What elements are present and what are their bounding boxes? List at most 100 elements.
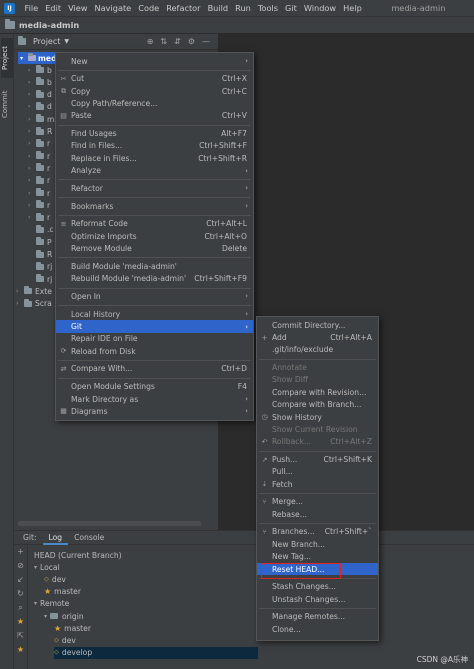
tree-item[interactable]: rj [28,273,52,285]
menu-item-rebuild-module-media-admin[interactable]: Rebuild Module 'media-admin' Ctrl+Shift+F… [56,273,253,285]
chevron-right-icon[interactable]: › [28,214,36,221]
tab-project[interactable]: Project [1,38,13,78]
tree-item[interactable]: › r [28,199,50,211]
branch-item[interactable]: ★ master [54,622,258,634]
add-icon[interactable]: + [14,545,27,559]
menu-item-merge[interactable]: ⑂ Merge... [257,496,378,508]
breadcrumb[interactable]: media-admin [0,17,474,34]
menu-item-copy[interactable]: ⧉ Copy Ctrl+C [56,85,253,97]
chevron-right-icon[interactable]: › [16,288,24,295]
branch-item[interactable]: ▾ Local [34,561,258,573]
branch-item[interactable]: ⬦ dev [44,573,258,585]
menu-build[interactable]: Build [204,3,232,13]
menu-item-git-info-exclude[interactable]: .git/info/exclude [257,344,378,356]
menu-view[interactable]: View [65,3,91,13]
menu-item-diagrams[interactable]: ▦ Diagrams › [56,405,253,417]
menu-item-replace-in-files[interactable]: Replace in Files... Ctrl+Shift+R [56,152,253,164]
star-icon[interactable]: ★ [14,643,27,657]
tree-item[interactable]: › d [28,89,52,101]
tree-item[interactable]: › r [28,162,50,174]
menu-item-pull[interactable]: Pull... [257,466,378,478]
tree-item[interactable]: › b [28,76,52,88]
menu-item-open-in[interactable]: Open In › [56,290,253,302]
expand-icon[interactable]: ⇱ [14,629,27,643]
menu-git[interactable]: Git [282,3,301,13]
tree-root-item[interactable]: ▾ medi [18,52,60,64]
breadcrumb-project[interactable]: media-admin [19,20,79,30]
chevron-down-icon[interactable]: ▾ [44,613,47,620]
tab-commit[interactable]: Commit [1,84,13,124]
branch-item[interactable]: ⬦ dev [54,634,258,646]
tree-item[interactable]: › r [28,187,50,199]
tree-item[interactable]: › r [28,138,50,150]
tree-item[interactable]: › d [28,101,52,113]
menu-item-mark-directory-as[interactable]: Mark Directory as › [56,393,253,405]
tree-item[interactable]: R [28,249,52,261]
gear-icon[interactable]: ⚙ [188,37,195,46]
menu-item-new-tag[interactable]: New Tag... [257,551,378,563]
tree-item[interactable]: P [28,236,52,248]
tree-item[interactable]: › b [28,64,52,76]
tree-item[interactable]: .c [28,224,54,236]
chevron-down-icon[interactable]: ▼ [64,38,69,45]
menu-item-local-history[interactable]: Local History › [56,308,253,320]
menu-item-push[interactable]: ↗ Push... Ctrl+Shift+K [257,453,378,465]
tab-log[interactable]: Log [42,531,69,545]
chevron-right-icon[interactable]: › [16,300,24,307]
branch-item[interactable]: ▾ Remote [34,598,258,610]
menu-item-find-usages[interactable]: Find Usages Alt+F7 [56,128,253,140]
menu-item-commit-directory[interactable]: Commit Directory... [257,319,378,331]
chevron-right-icon[interactable]: › [28,79,36,86]
menu-navigate[interactable]: Navigate [91,3,135,13]
menu-item-optimize-imports[interactable]: Optimize Imports Ctrl+Alt+O [56,230,253,242]
menu-item-rebase[interactable]: Rebase... [257,508,378,520]
menu-item-manage-remotes[interactable]: Manage Remotes... [257,611,378,623]
tree-item[interactable]: › r [28,175,50,187]
chevron-right-icon[interactable]: › [28,91,36,98]
menu-item-unstash-changes[interactable]: Unstash Changes... [257,593,378,605]
fetch-icon[interactable]: ↻ [14,587,27,601]
menu-refactor[interactable]: Refactor [163,3,204,13]
menu-item-branches[interactable]: ⑂ Branches... Ctrl+Shift+` [257,526,378,538]
chevron-right-icon[interactable]: › [28,177,36,184]
hide-icon[interactable]: — [202,37,210,46]
chevron-right-icon[interactable]: › [28,116,36,123]
chevron-down-icon[interactable]: ▾ [34,564,37,571]
menu-file[interactable]: File [21,3,42,13]
locate-icon[interactable]: ⊕ [147,37,154,46]
tree-item[interactable]: › R [28,126,52,138]
menu-item-fetch[interactable]: ⇣ Fetch [257,478,378,490]
menu-item-repair-ide-on-file[interactable]: Repair IDE on File [56,333,253,345]
menu-item-show-history[interactable]: ◷ Show History [257,411,378,423]
delete-icon[interactable]: ⊘ [14,559,27,573]
update-icon[interactable]: ↙ [14,573,27,587]
menu-tools[interactable]: Tools [254,3,281,13]
menu-item-copy-path-reference[interactable]: Copy Path/Reference... [56,97,253,109]
chevron-right-icon[interactable]: › [28,202,36,209]
menu-item-cut[interactable]: ✂ Cut Ctrl+X [56,73,253,85]
menu-item-clone[interactable]: Clone... [257,623,378,635]
menu-run[interactable]: Run [232,3,255,13]
menu-item-reformat-code[interactable]: ≡ Reformat Code Ctrl+Alt+L [56,218,253,230]
branch-item[interactable]: HEAD (Current Branch) [34,549,258,561]
tree-item[interactable]: › r [28,150,50,162]
menu-item-refactor[interactable]: Refactor › [56,182,253,194]
chevron-right-icon[interactable]: › [28,140,36,147]
chevron-right-icon[interactable]: › [28,128,36,135]
collapse-all-icon[interactable]: ⇵ [174,37,181,46]
menu-item-compare-with-branch[interactable]: Compare with Branch... [257,399,378,411]
menu-item-bookmarks[interactable]: Bookmarks › [56,200,253,212]
tree-item[interactable]: › Exte [16,285,52,297]
menu-item-new-branch[interactable]: New Branch... [257,538,378,550]
menu-help[interactable]: Help [340,3,366,13]
branch-item[interactable]: ▾ origin [44,610,258,622]
menu-item-remove-module[interactable]: Remove Module Delete [56,242,253,254]
menu-window[interactable]: Window [300,3,339,13]
branch-item[interactable]: ⬦ develop [54,646,258,659]
chevron-right-icon[interactable]: › [28,190,36,197]
menu-item-build-module-media-admin[interactable]: Build Module 'media-admin' [56,260,253,272]
branch-item[interactable]: ★ master [44,586,258,598]
menu-edit[interactable]: Edit [42,3,65,13]
menu-item-git[interactable]: Git › [56,320,253,333]
menu-item-add[interactable]: + Add Ctrl+Alt+A [257,331,378,343]
